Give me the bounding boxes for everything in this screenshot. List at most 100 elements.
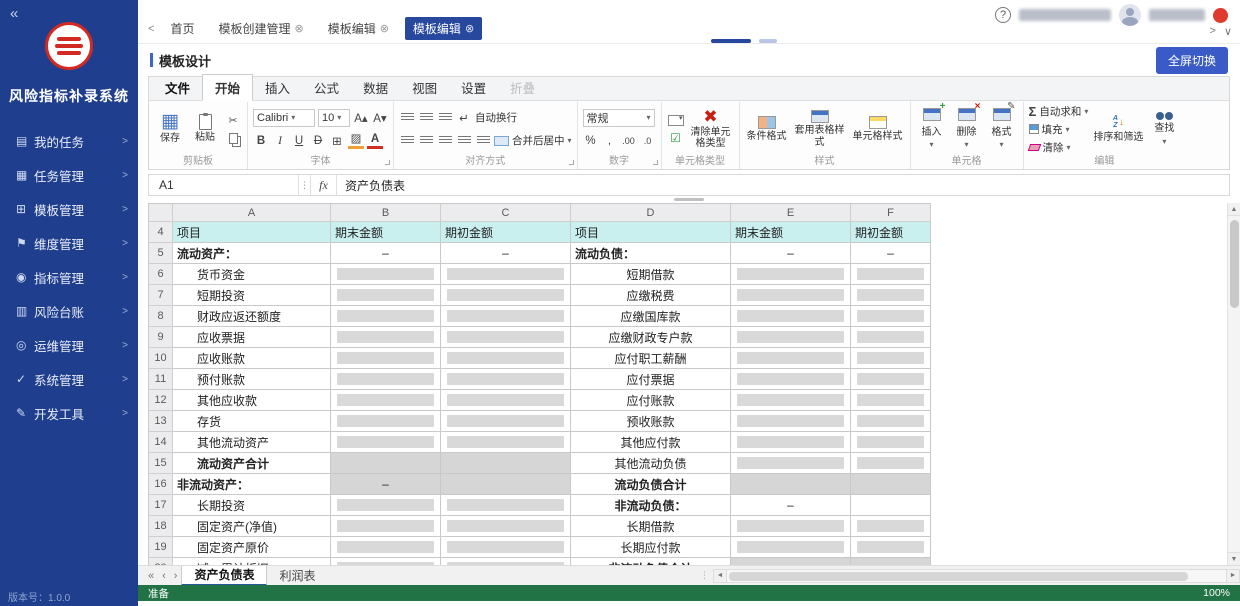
scroll-up-icon[interactable]: ▲ bbox=[1228, 203, 1240, 216]
zoom-level[interactable]: 100% bbox=[1203, 587, 1230, 599]
cell-B10[interactable] bbox=[331, 348, 441, 369]
row-header-6[interactable]: 6 bbox=[149, 264, 173, 285]
horizontal-scroll-thumb[interactable] bbox=[729, 572, 1188, 581]
cell-E10[interactable] bbox=[731, 348, 851, 369]
cell-A13[interactable]: 存货 bbox=[173, 411, 331, 432]
cell-A12[interactable]: 其他应收款 bbox=[173, 390, 331, 411]
fill-button[interactable]: 填充▾ bbox=[1029, 121, 1089, 137]
decrease-indent-button[interactable] bbox=[456, 132, 472, 149]
close-icon[interactable]: ⊗ bbox=[294, 22, 303, 35]
cell-F18[interactable] bbox=[851, 516, 931, 537]
cell-A8[interactable]: 财政应返还额度 bbox=[173, 306, 331, 327]
column-header-A[interactable]: A bbox=[173, 204, 331, 222]
cell-F19[interactable] bbox=[851, 537, 931, 558]
align-right-button[interactable] bbox=[437, 132, 453, 149]
row-header-10[interactable]: 10 bbox=[149, 348, 173, 369]
cell-B13[interactable] bbox=[331, 411, 441, 432]
cell-C13[interactable] bbox=[441, 411, 571, 432]
cell-B20[interactable] bbox=[331, 558, 441, 565]
column-header-C[interactable]: C bbox=[441, 204, 571, 222]
cell-C20[interactable] bbox=[441, 558, 571, 565]
cell-D12[interactable]: 应付账款 bbox=[571, 390, 731, 411]
cell-B19[interactable] bbox=[331, 537, 441, 558]
cell-A16[interactable]: 非流动资产： bbox=[173, 474, 331, 495]
paste-button[interactable]: 粘贴 bbox=[189, 113, 221, 145]
sidebar-item-dev-tools[interactable]: ✎开发工具> bbox=[0, 396, 138, 430]
cell-E17[interactable]: – bbox=[731, 495, 851, 516]
cell-C18[interactable] bbox=[441, 516, 571, 537]
cell-C12[interactable] bbox=[441, 390, 571, 411]
cell-A17[interactable]: 长期投资 bbox=[173, 495, 331, 516]
vertical-scroll-thumb[interactable] bbox=[1230, 220, 1239, 308]
sidebar-item-my-tasks[interactable]: ▤我的任务> bbox=[0, 124, 138, 158]
table-style-button[interactable]: 套用表格样式 bbox=[792, 109, 848, 149]
cell-B11[interactable] bbox=[331, 369, 441, 390]
cell-A4[interactable]: 项目 bbox=[173, 222, 331, 243]
tab-scroll-left-icon[interactable]: < bbox=[148, 23, 154, 35]
sidebar-item-risk-ledger[interactable]: ▥风险台账> bbox=[0, 294, 138, 328]
row-header-8[interactable]: 8 bbox=[149, 306, 173, 327]
ribbon-tab-home[interactable]: 开始 bbox=[202, 74, 253, 101]
cell-B5[interactable]: – bbox=[331, 243, 441, 264]
row-header-16[interactable]: 16 bbox=[149, 474, 173, 495]
celltype-checkbox-button[interactable]: ☑ bbox=[667, 131, 685, 146]
ribbon-tab-formula[interactable]: 公式 bbox=[302, 75, 351, 100]
cell-F6[interactable] bbox=[851, 264, 931, 285]
cell-F15[interactable] bbox=[851, 453, 931, 474]
cell-A14[interactable]: 其他流动资产 bbox=[173, 432, 331, 453]
cell-E20[interactable] bbox=[731, 558, 851, 565]
cell-B8[interactable] bbox=[331, 306, 441, 327]
cell-B15[interactable] bbox=[331, 453, 441, 474]
cell-C14[interactable] bbox=[441, 432, 571, 453]
cell-E19[interactable] bbox=[731, 537, 851, 558]
borders-button[interactable]: ⊞ bbox=[329, 132, 345, 149]
alignment-dialog-launcher-icon[interactable] bbox=[569, 160, 574, 165]
cell-D10[interactable]: 应付职工薪酬 bbox=[571, 348, 731, 369]
row-header-19[interactable]: 19 bbox=[149, 537, 173, 558]
format-cells-button[interactable]: ✎格式▾ bbox=[986, 107, 1018, 150]
cell-F4[interactable]: 期初金额 bbox=[851, 222, 931, 243]
cell-F9[interactable] bbox=[851, 327, 931, 348]
ribbon-tab-settings[interactable]: 设置 bbox=[449, 75, 498, 100]
row-header-7[interactable]: 7 bbox=[149, 285, 173, 306]
cell-C5[interactable]: – bbox=[441, 243, 571, 264]
cell-A5[interactable]: 流动资产： bbox=[173, 243, 331, 264]
cell-C8[interactable] bbox=[441, 306, 571, 327]
insert-cells-button[interactable]: +插入▾ bbox=[916, 107, 948, 150]
cell-A9[interactable]: 应收票据 bbox=[173, 327, 331, 348]
sidebar-item-indicator-mgmt[interactable]: ◉指标管理> bbox=[0, 260, 138, 294]
sidebar-collapse-icon[interactable]: « bbox=[10, 5, 18, 22]
cell-D19[interactable]: 长期应付款 bbox=[571, 537, 731, 558]
cell-A18[interactable]: 固定资产(净值) bbox=[173, 516, 331, 537]
cell-E8[interactable] bbox=[731, 306, 851, 327]
sidebar-item-system-mgmt[interactable]: ✓系统管理> bbox=[0, 362, 138, 396]
tab-template-edit-2-active[interactable]: 模板编辑⊗ bbox=[405, 17, 482, 40]
cell-D5[interactable]: 流动负债： bbox=[571, 243, 731, 264]
cell-E15[interactable] bbox=[731, 453, 851, 474]
italic-button[interactable]: I bbox=[272, 132, 288, 149]
cell-B4[interactable]: 期末金额 bbox=[331, 222, 441, 243]
cell-D11[interactable]: 应付票据 bbox=[571, 369, 731, 390]
cell-E9[interactable] bbox=[731, 327, 851, 348]
comma-style-button[interactable]: , bbox=[602, 132, 618, 149]
autosum-button[interactable]: Σ自动求和▾ bbox=[1029, 103, 1089, 119]
cell-E6[interactable] bbox=[731, 264, 851, 285]
cell-A19[interactable]: 固定资产原价 bbox=[173, 537, 331, 558]
scrollbar-grip-icon[interactable]: ⋮ bbox=[700, 570, 709, 581]
cell-C11[interactable] bbox=[441, 369, 571, 390]
chevron-down-icon[interactable]: ▾ bbox=[568, 136, 572, 145]
cell-name-box[interactable]: A1 bbox=[149, 175, 299, 195]
cell-B17[interactable] bbox=[331, 495, 441, 516]
ribbon-tab-file[interactable]: 文件 bbox=[153, 75, 202, 100]
sidebar-item-ops-mgmt[interactable]: ◎运维管理> bbox=[0, 328, 138, 362]
delete-cells-button[interactable]: ×删除▾ bbox=[951, 107, 983, 150]
tab-home[interactable]: 首页 bbox=[162, 17, 202, 40]
number-dialog-launcher-icon[interactable] bbox=[653, 160, 658, 165]
ribbon-tab-insert[interactable]: 插入 bbox=[253, 75, 302, 100]
cell-D13[interactable]: 预收账款 bbox=[571, 411, 731, 432]
find-button[interactable]: 查找▾ bbox=[1148, 111, 1180, 147]
column-header-F[interactable]: F bbox=[851, 204, 931, 222]
cell-D9[interactable]: 应缴财政专户款 bbox=[571, 327, 731, 348]
horizontal-scrollbar[interactable]: ⋮ ◄ ► bbox=[684, 569, 1240, 583]
sidebar-item-template-mgmt[interactable]: ⊞模板管理> bbox=[0, 192, 138, 226]
